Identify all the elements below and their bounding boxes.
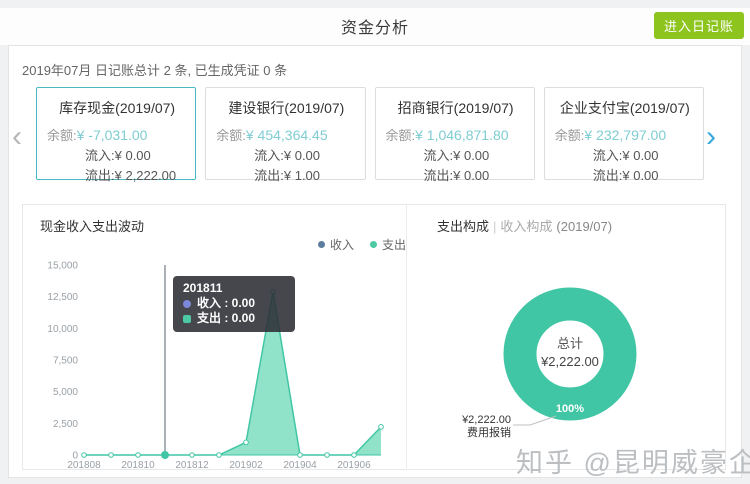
balance-value: ¥ 1,046,871.80 [415, 127, 509, 143]
chart-tooltip: 201811 收入 : 0.00 支出 : 0.00 [173, 276, 295, 332]
balance-line: 余额:¥ 232,797.00 [555, 125, 695, 146]
journal-summary-text: 2019年07月 日记账总计 2 条, 已生成凭证 0 条 [22, 63, 288, 78]
account-card-title: 库存现金(2019/07) [59, 100, 176, 116]
outflow-line: 流出:¥ 0.00 [386, 166, 526, 186]
inflow-label: 流入: [592, 148, 623, 163]
tooltip-expense-text: 支出 : 0.00 [197, 311, 256, 325]
legend-item-income[interactable]: 收入 [318, 236, 354, 253]
svg-text:201810: 201810 [121, 460, 155, 471]
income-dot-icon [318, 241, 325, 248]
expense-dot-icon [370, 241, 378, 248]
tab-divider: | [493, 219, 497, 234]
legend-item-expense[interactable]: 支出 [370, 236, 406, 253]
outflow-label: 流出: [85, 168, 115, 183]
outflow-line: 流出:¥ 1.00 [216, 166, 356, 186]
cash-flow-chart-title: 现金收入支出波动 [40, 219, 145, 234]
donut-slice-percent: 100% [556, 403, 584, 415]
donut-callout-value: ¥2,222.00 [461, 414, 511, 426]
balance-label: 余额: [47, 128, 77, 143]
inflow-label: 流入: [85, 148, 115, 163]
donut-callout-name: 费用报销 [467, 425, 511, 439]
inflow-line: 流入:¥ 0.00 [555, 146, 695, 166]
tooltip-period: 201811 [183, 281, 223, 295]
inflow-value: ¥ 0.00 [283, 148, 321, 163]
balance-label: 余额: [554, 128, 585, 143]
outflow-value: ¥ 2,222.00 [114, 168, 177, 183]
expense-marker-icon [183, 314, 191, 323]
tooltip-income-row: 收入 : 0.00 [183, 296, 285, 311]
expense-donut-chart[interactable]: 总计 ¥2,222.00 100% ¥2,222.00 费用报销 [430, 268, 730, 468]
balance-label: 余额: [216, 128, 246, 143]
svg-text:201812: 201812 [175, 460, 209, 471]
account-card-ccb-bank[interactable]: 建设银行(2019/07) 余额:¥ 454,364.45 流入:¥ 0.00 … [205, 87, 366, 183]
page-title: 资金分析 [340, 20, 409, 37]
outflow-value: ¥ 1.00 [283, 168, 321, 183]
balance-label: 余额: [385, 128, 416, 143]
outflow-line: 流出:¥ 0.00 [555, 166, 695, 186]
outflow-line: 流出:¥ 2,222.00 [47, 166, 187, 186]
account-card-title: 企业支付宝(2019/07) [559, 100, 690, 116]
balance-value: ¥ 232,797.00 [584, 127, 667, 143]
balance-line: 余额:¥ -7,031.00 [47, 125, 187, 146]
inflow-line: 流入:¥ 0.00 [386, 146, 526, 166]
donut-total-label: 总计 [557, 336, 583, 351]
svg-text:2,500: 2,500 [53, 419, 78, 430]
svg-text:201906: 201906 [337, 460, 371, 471]
account-card-cmb-bank[interactable]: 招商银行(2019/07) 余额:¥ 1,046,871.80 流入:¥ 0.0… [374, 87, 535, 183]
inflow-label: 流入: [254, 148, 284, 163]
outflow-value: ¥ 0.00 [622, 168, 659, 183]
inflow-value: ¥ 0.00 [114, 148, 151, 163]
inflow-value: ¥ 0.00 [453, 148, 490, 163]
income-marker-icon [183, 299, 191, 308]
balance-line: 余额:¥ 1,046,871.80 [386, 125, 526, 146]
breakdown-title: 支出构成 | 收入构成 (2019/07) [437, 216, 612, 235]
donut-callout-line [513, 415, 557, 426]
inflow-label: 流入: [423, 148, 454, 163]
outflow-label: 流出: [592, 168, 623, 183]
inflow-line: 流入:¥ 0.00 [216, 146, 356, 166]
balance-value: ¥ 454,364.45 [245, 127, 328, 143]
outflow-label: 流出: [254, 168, 284, 183]
account-card-cash[interactable]: 库存现金(2019/07) 余额:¥ -7,031.00 流入:¥ 0.00 流… [36, 87, 197, 183]
svg-text:201904: 201904 [283, 460, 317, 471]
account-card-alipay[interactable]: 企业支付宝(2019/07) 余额:¥ 232,797.00 流入:¥ 0.00… [543, 87, 704, 183]
outflow-label: 流出: [423, 168, 454, 183]
svg-text:201808: 201808 [67, 460, 101, 471]
svg-text:12,500: 12,500 [47, 292, 78, 303]
account-card-title: 招商银行(2019/07) [397, 100, 514, 116]
legend-label: 收入 [330, 238, 355, 252]
chevron-left-icon[interactable]: ‹ [12, 122, 22, 152]
tab-expense-breakdown[interactable]: 支出构成 [437, 219, 489, 234]
account-cards-row: 库存现金(2019/07) 余额:¥ -7,031.00 流入:¥ 0.00 流… [36, 87, 704, 183]
legend-label: 支出 [382, 238, 407, 252]
inflow-line: 流入:¥ 0.00 [47, 146, 187, 166]
breakdown-period: (2019/07) [556, 219, 613, 234]
account-card-title: 建设银行(2019/07) [228, 100, 345, 116]
inflow-value: ¥ 0.00 [622, 148, 659, 163]
svg-text:7,500: 7,500 [53, 356, 78, 367]
svg-text:201902: 201902 [229, 460, 263, 471]
chart-legend: 收入 支出 [318, 236, 406, 253]
tooltip-expense-row: 支出 : 0.00 [183, 311, 285, 326]
tooltip-income-text: 收入 : 0.00 [197, 296, 256, 310]
chevron-right-icon[interactable]: › [706, 122, 716, 152]
balance-value: ¥ -7,031.00 [76, 127, 148, 143]
svg-text:10,000: 10,000 [47, 324, 78, 335]
balance-line: 余额:¥ 454,364.45 [216, 125, 356, 146]
svg-text:15,000: 15,000 [47, 261, 78, 272]
enter-journal-button[interactable]: 进入日记账 [653, 12, 744, 39]
donut-total-value: ¥2,222.00 [540, 354, 599, 369]
svg-text:5,000: 5,000 [53, 387, 78, 398]
zhihu-watermark: 知乎 @昆明威豪企业 [516, 448, 750, 478]
tab-income-breakdown[interactable]: 收入构成 [500, 219, 552, 234]
outflow-value: ¥ 0.00 [453, 168, 490, 183]
